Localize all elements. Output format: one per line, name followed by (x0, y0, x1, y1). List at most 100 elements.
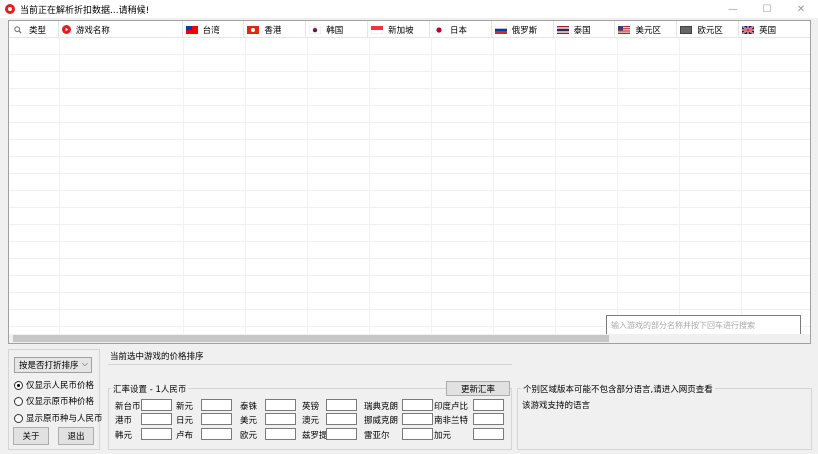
flag-eu-icon (680, 25, 693, 34)
title-bar: 当前正在解析折扣数据...请稍候! — ☐ ✕ (0, 0, 818, 18)
rate-label: 泰铢 (240, 402, 258, 412)
grid-divider (617, 38, 618, 338)
rate-input[interactable] (326, 413, 357, 425)
rate-input[interactable] (265, 428, 296, 440)
column-uk[interactable]: 英国 (739, 21, 810, 38)
close-button[interactable]: ✕ (784, 0, 818, 18)
radio-rmb-only[interactable]: 仅显示人民币价格 (14, 379, 94, 391)
rate-label: 雷亚尔 (364, 431, 390, 441)
column-eu[interactable]: 欧元区 (677, 21, 740, 38)
grid-header: 类型 游戏名称 台湾 香港 韩国 新加坡 日本 俄罗斯 泰国 美元区 欧元区 英… (9, 21, 810, 38)
flag-usa-icon (618, 25, 631, 34)
column-hongkong[interactable]: 香港 (244, 21, 307, 38)
column-label: 韩国 (326, 25, 344, 36)
column-label: 美元区 (635, 25, 661, 36)
rate-label: 瑞典克朗 (364, 402, 399, 412)
rate-input[interactable] (265, 399, 296, 411)
rate-label: 新台币 (115, 402, 141, 412)
region-note: 个别区域版本可能不包含部分语言,请进入网页查看 (521, 383, 715, 395)
rate-label: 兹罗提 (302, 431, 328, 441)
rate-input[interactable] (201, 413, 232, 425)
column-label: 英国 (759, 25, 777, 36)
exit-button[interactable]: 退出 (58, 427, 94, 445)
flag-thailand-icon (556, 25, 569, 34)
maximize-button[interactable]: ☐ (750, 0, 784, 18)
rate-input[interactable] (201, 399, 232, 411)
grid-divider (369, 38, 370, 338)
grid-divider (59, 38, 60, 338)
rate-input[interactable] (473, 399, 504, 411)
rate-label: 卢布 (176, 431, 194, 441)
window-controls: — ☐ ✕ (716, 0, 818, 18)
rate-input[interactable] (402, 428, 433, 440)
column-label: 欧元区 (697, 25, 723, 36)
column-usa[interactable]: 美元区 (615, 21, 678, 38)
scrollbar-thumb[interactable] (13, 335, 609, 342)
flag-hongkong-icon (247, 25, 260, 34)
sort-dropdown-value: 按是否打折排序 (19, 361, 79, 371)
column-game-name[interactable]: 游戏名称 (59, 21, 183, 38)
grid-divider (431, 38, 432, 338)
price-sort-label: 当前选中游戏的价格排序 (110, 352, 204, 362)
rate-label: 美元 (240, 416, 258, 426)
game-search-input[interactable] (606, 315, 801, 335)
radio-both[interactable]: 显示原币种与人民币 (14, 412, 103, 424)
column-japan[interactable]: 日本 (430, 21, 492, 38)
game-price-grid[interactable]: 类型 游戏名称 台湾 香港 韩国 新加坡 日本 俄罗斯 泰国 美元区 欧元区 英… (8, 20, 811, 344)
column-russia[interactable]: 俄罗斯 (492, 21, 554, 38)
radio-button-checked[interactable] (14, 380, 23, 390)
rate-input[interactable] (473, 413, 504, 425)
column-thailand[interactable]: 泰国 (554, 21, 616, 38)
rate-input[interactable] (265, 413, 296, 425)
column-type[interactable]: 类型 (9, 21, 59, 38)
grid-divider (245, 38, 246, 338)
rate-label: 澳元 (302, 416, 320, 426)
rate-input[interactable] (201, 428, 232, 440)
chevron-down-icon: ⌵ (81, 359, 88, 368)
rate-label: 挪威克朗 (364, 416, 399, 426)
rate-input[interactable] (402, 413, 433, 425)
grid-divider (183, 38, 184, 338)
supported-languages-label: 该游戏支持的语言 (522, 401, 591, 411)
radio-original-only[interactable]: 仅显示原币种价格 (14, 395, 94, 407)
rate-label: 韩元 (115, 431, 133, 441)
rate-label: 印度卢比 (434, 402, 469, 412)
rate-input[interactable] (326, 428, 357, 440)
flag-taiwan-icon (185, 25, 198, 34)
rate-input[interactable] (473, 428, 504, 440)
update-rate-button[interactable]: 更新汇率 (446, 381, 510, 396)
display-options-panel: 按是否打折排序 ⌵ 仅显示人民币价格 仅显示原币种价格 显示原币种与人民币 关于… (8, 349, 103, 450)
column-label: 游戏名称 (75, 25, 110, 36)
flag-korea-icon (309, 25, 322, 34)
about-button[interactable]: 关于 (13, 427, 49, 445)
rate-label: 加元 (434, 431, 452, 441)
column-label: 泰国 (573, 25, 591, 36)
column-label: 香港 (264, 25, 282, 36)
rate-label: 港币 (115, 416, 133, 426)
radio-label: 显示原币种与人民币 (26, 414, 103, 424)
rate-input[interactable] (141, 428, 172, 440)
rate-label: 新元 (176, 402, 194, 412)
rate-input[interactable] (141, 413, 172, 425)
grid-divider (307, 38, 308, 338)
radio-button[interactable] (14, 413, 23, 423)
grid-divider (679, 38, 680, 338)
search-icon (14, 25, 22, 34)
horizontal-scrollbar[interactable] (9, 334, 810, 343)
language-group (517, 388, 812, 450)
radio-button[interactable] (14, 396, 23, 406)
minimize-button[interactable]: — (716, 0, 750, 18)
radio-label: 仅显示原币种价格 (26, 397, 95, 407)
column-taiwan[interactable]: 台湾 (183, 21, 245, 38)
sort-dropdown[interactable]: 按是否打折排序 ⌵ (14, 357, 92, 373)
window-title: 当前正在解析折扣数据...请稍候! (20, 5, 150, 16)
rate-input[interactable] (402, 399, 433, 411)
column-korea[interactable]: 韩国 (306, 21, 369, 38)
exchange-rate-title: 汇率设置 - 1人民币 (111, 383, 189, 395)
rate-input[interactable] (141, 399, 172, 411)
rate-input[interactable] (326, 399, 357, 411)
grid-body[interactable] (9, 38, 810, 338)
column-singapore[interactable]: 新加坡 (368, 21, 430, 38)
rate-label: 日元 (176, 416, 194, 426)
radio-label: 仅显示人民币价格 (26, 381, 95, 391)
